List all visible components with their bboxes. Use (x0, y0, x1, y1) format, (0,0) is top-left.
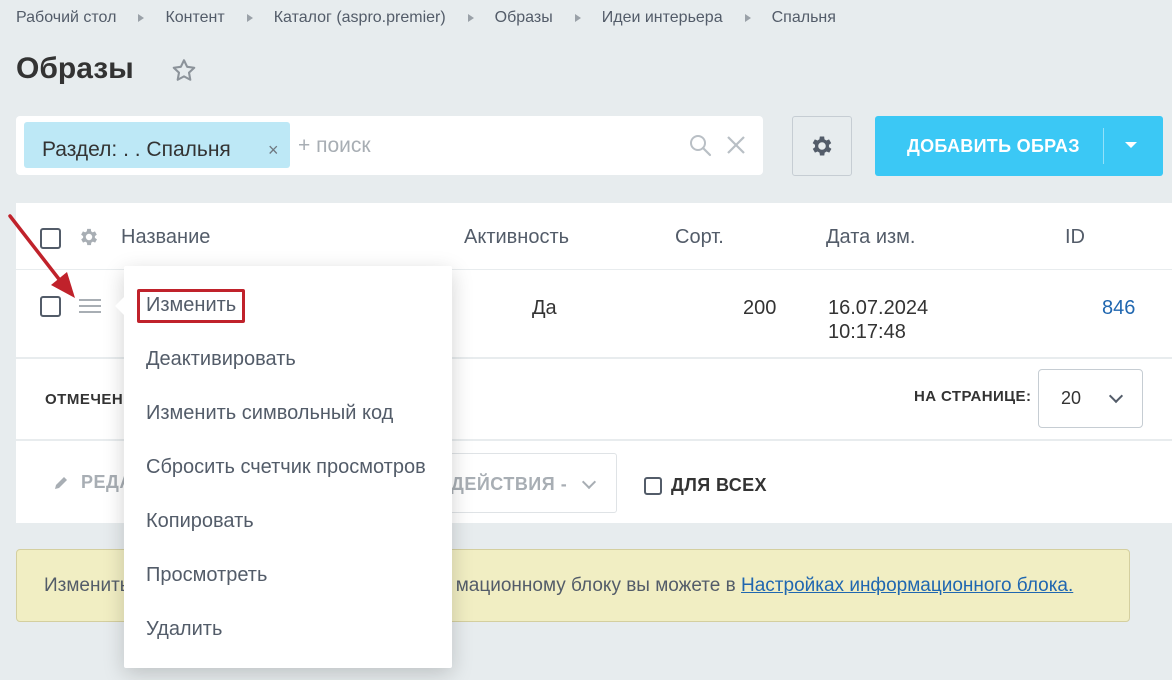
page-title: Образы (16, 52, 134, 85)
button-divider (1103, 128, 1104, 164)
per-page-label: НА СТРАНИЦЕ: (914, 388, 1032, 405)
breadcrumb-item-bedroom[interactable]: Спальня (772, 9, 836, 27)
breadcrumb-item-interior-ideas[interactable]: Идеи интерьера (602, 9, 723, 27)
breadcrumb-separator-icon (138, 14, 145, 22)
for-all-option[interactable]: ДЛЯ ВСЕХ (644, 475, 767, 496)
column-header-active[interactable]: Активность (464, 226, 569, 249)
breadcrumb-separator-icon (744, 14, 751, 22)
per-page-value: 20 (1061, 388, 1082, 408)
notice-text-middle: мационному блоку вы можете в (455, 575, 742, 596)
menu-item-delete[interactable]: Удалить (146, 618, 222, 641)
remove-filter-icon[interactable]: × (268, 140, 279, 161)
breadcrumb-item-catalog[interactable]: Каталог (aspro.premier) (274, 9, 446, 27)
annotation-arrow-icon (8, 214, 75, 298)
breadcrumb-separator-icon (574, 14, 581, 22)
chevron-down-icon (581, 474, 597, 490)
menu-item-view[interactable]: Просмотреть (146, 564, 267, 587)
row-active: Да (532, 297, 557, 319)
row-date: 16.07.2024 (828, 297, 929, 319)
breadcrumb-separator-icon (246, 14, 253, 22)
settings-button[interactable] (792, 116, 852, 176)
star-icon[interactable] (170, 57, 198, 85)
column-header-sort[interactable]: Сорт. (675, 226, 724, 249)
add-image-label: ДОБАВИТЬ ОБРАЗ (907, 136, 1080, 156)
chevron-down-icon (1108, 388, 1124, 404)
actions-select-label: ДЕЙСТВИЯ - (451, 474, 568, 494)
breadcrumb-item-desktop[interactable]: Рабочий стол (16, 9, 116, 27)
menu-item-deactivate[interactable]: Деактивировать (146, 348, 296, 371)
edit-action-button[interactable]: РЕДА (53, 472, 133, 493)
iblock-settings-link[interactable]: Настройках информационного блока. (741, 575, 1073, 596)
menu-item-edit-code[interactable]: Изменить символьный код (146, 402, 393, 425)
filter-search-box[interactable]: Раздел: . . Спальня × + поиск (16, 116, 763, 175)
row-time: 10:17:48 (828, 321, 906, 343)
column-header-name[interactable]: Название (121, 226, 210, 249)
close-icon[interactable] (726, 135, 746, 155)
menu-item-edit[interactable]: Изменить (146, 294, 236, 317)
filter-chip-label: Раздел: . . Спальня (42, 138, 231, 161)
filter-chip[interactable]: Раздел: . . Спальня × (24, 122, 290, 168)
row-id-link[interactable]: 846 (1102, 297, 1135, 320)
chevron-down-icon[interactable] (1125, 142, 1137, 148)
row-context-menu: Изменить Деактивировать Изменить символь… (115, 266, 452, 668)
breadcrumb: Рабочий стол Контент Каталог (aspro.prem… (16, 9, 836, 27)
breadcrumb-separator-icon (467, 14, 474, 22)
notice-text-prefix: Изменить (44, 575, 130, 596)
gear-icon (812, 136, 832, 156)
grid-header: Название Активность Сорт. Дата изм. ID (16, 203, 1172, 270)
pencil-icon (55, 476, 67, 489)
row-sort: 200 (743, 297, 777, 319)
search-icon[interactable] (688, 133, 712, 157)
search-input[interactable]: + поиск (298, 134, 371, 158)
breadcrumb-item-content[interactable]: Контент (165, 9, 224, 27)
menu-item-copy[interactable]: Копировать (146, 510, 254, 533)
for-all-label: ДЛЯ ВСЕХ (671, 475, 767, 495)
column-header-id[interactable]: ID (1065, 226, 1085, 249)
menu-item-reset-views[interactable]: Сбросить счетчик просмотров (146, 456, 426, 479)
marked-count-label: ОТМЕЧЕН (45, 391, 124, 408)
add-image-button[interactable]: ДОБАВИТЬ ОБРАЗ (875, 116, 1163, 176)
column-header-date[interactable]: Дата изм. (826, 226, 916, 249)
breadcrumb-item-images[interactable]: Образы (495, 9, 553, 27)
for-all-checkbox[interactable] (644, 476, 662, 495)
per-page-select[interactable]: 20 (1038, 369, 1143, 428)
popup-arrow (115, 296, 125, 316)
